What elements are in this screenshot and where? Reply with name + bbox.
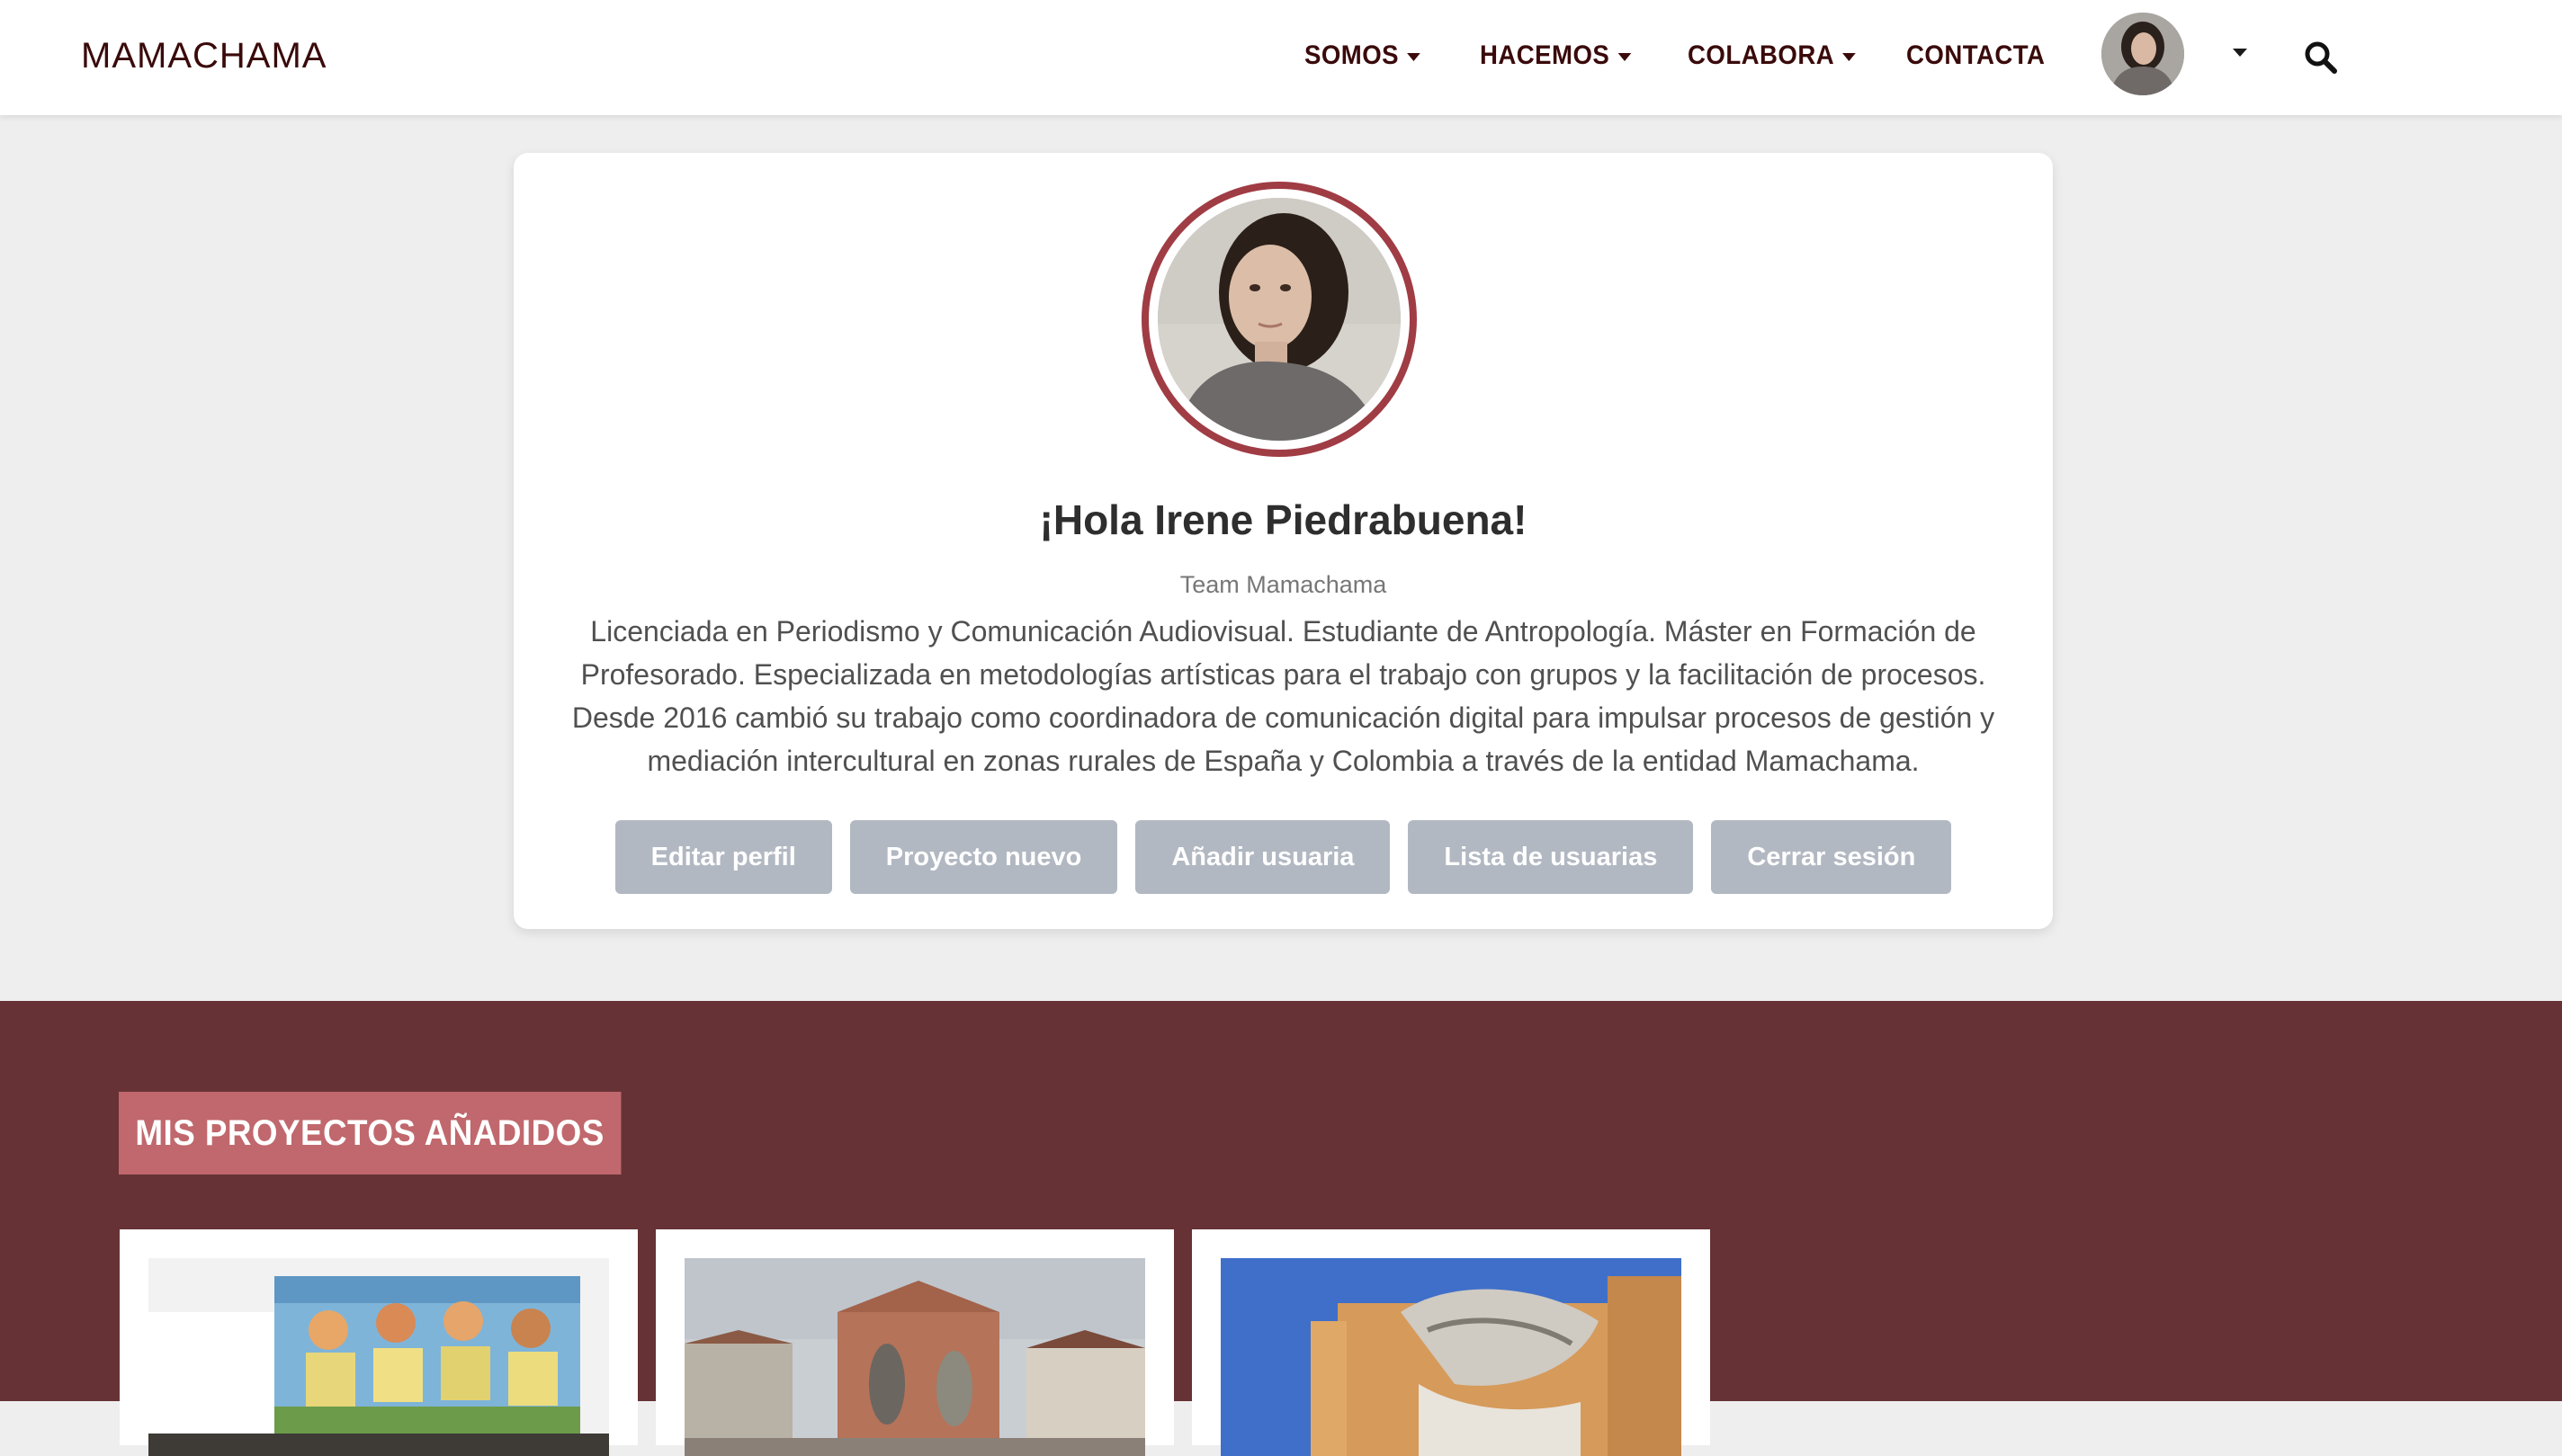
avatar-portrait-icon (2101, 13, 2184, 95)
project-card[interactable] (120, 1229, 638, 1456)
nav-item-colabora[interactable]: COLABORA (1688, 36, 1857, 76)
nav-item-label: COLABORA (1688, 40, 1835, 70)
chevron-down-icon (1617, 52, 1632, 61)
profile-avatar (1142, 182, 1417, 457)
user-menu-chevron-icon[interactable] (2233, 49, 2247, 57)
new-project-button[interactable]: Proyecto nuevo (849, 820, 1118, 894)
user-avatar[interactable] (2101, 13, 2184, 95)
nav-item-contacta[interactable]: CONTACTA (1906, 36, 2045, 76)
greeting-heading: ¡Hola Irene Piedrabuena! (1039, 496, 1527, 543)
my-projects-section: MIS PROYECTOS AÑADIDOS (0, 1001, 2562, 1456)
nav-item-somos[interactable]: SOMOS (1304, 36, 1420, 76)
profile-card: ¡Hola Irene Piedrabuena! Team Mamachama … (514, 153, 2053, 929)
project-thumbnail[interactable] (1221, 1258, 1681, 1456)
project-thumbnail[interactable] (148, 1258, 609, 1456)
edit-profile-button[interactable]: Editar perfil (614, 820, 832, 894)
user-list-button[interactable]: Lista de usuarias (1408, 820, 1694, 894)
project-thumbnail[interactable] (685, 1258, 1145, 1456)
top-navbar: MAMACHAMA SOMOS HACEMOS COLABORA CONTACT… (0, 0, 2562, 115)
project-card[interactable] (1192, 1229, 1710, 1456)
nav-item-label: HACEMOS (1480, 40, 1610, 70)
chevron-down-icon (1407, 52, 1420, 61)
add-user-button[interactable]: Añadir usuaria (1135, 820, 1391, 894)
project-card[interactable] (656, 1229, 1174, 1456)
nav-item-label: SOMOS (1304, 40, 1400, 70)
nav-item-hacemos[interactable]: HACEMOS (1480, 36, 1632, 76)
user-bio: Licenciada en Periodismo y Comunicación … (571, 615, 1995, 777)
search-icon[interactable] (2303, 40, 2339, 76)
chevron-down-icon (1842, 52, 1857, 61)
nav-item-label: CONTACTA (1906, 40, 2046, 70)
brand-logo[interactable]: MAMACHAMA (81, 32, 327, 79)
mural-village-street-image (685, 1258, 1145, 1456)
profile-actions: Editar perfil Proyecto nuevo Añadir usua… (514, 820, 2053, 894)
user-role: Team Mamachama (1179, 571, 1387, 598)
mural-building-blue-sky-image (1221, 1258, 1681, 1456)
section-title: MIS PROYECTOS AÑADIDOS (119, 1092, 622, 1175)
profile-portrait-icon (1158, 198, 1401, 441)
logout-button[interactable]: Cerrar sesión (1711, 820, 1952, 894)
mural-four-women-image (148, 1258, 609, 1456)
